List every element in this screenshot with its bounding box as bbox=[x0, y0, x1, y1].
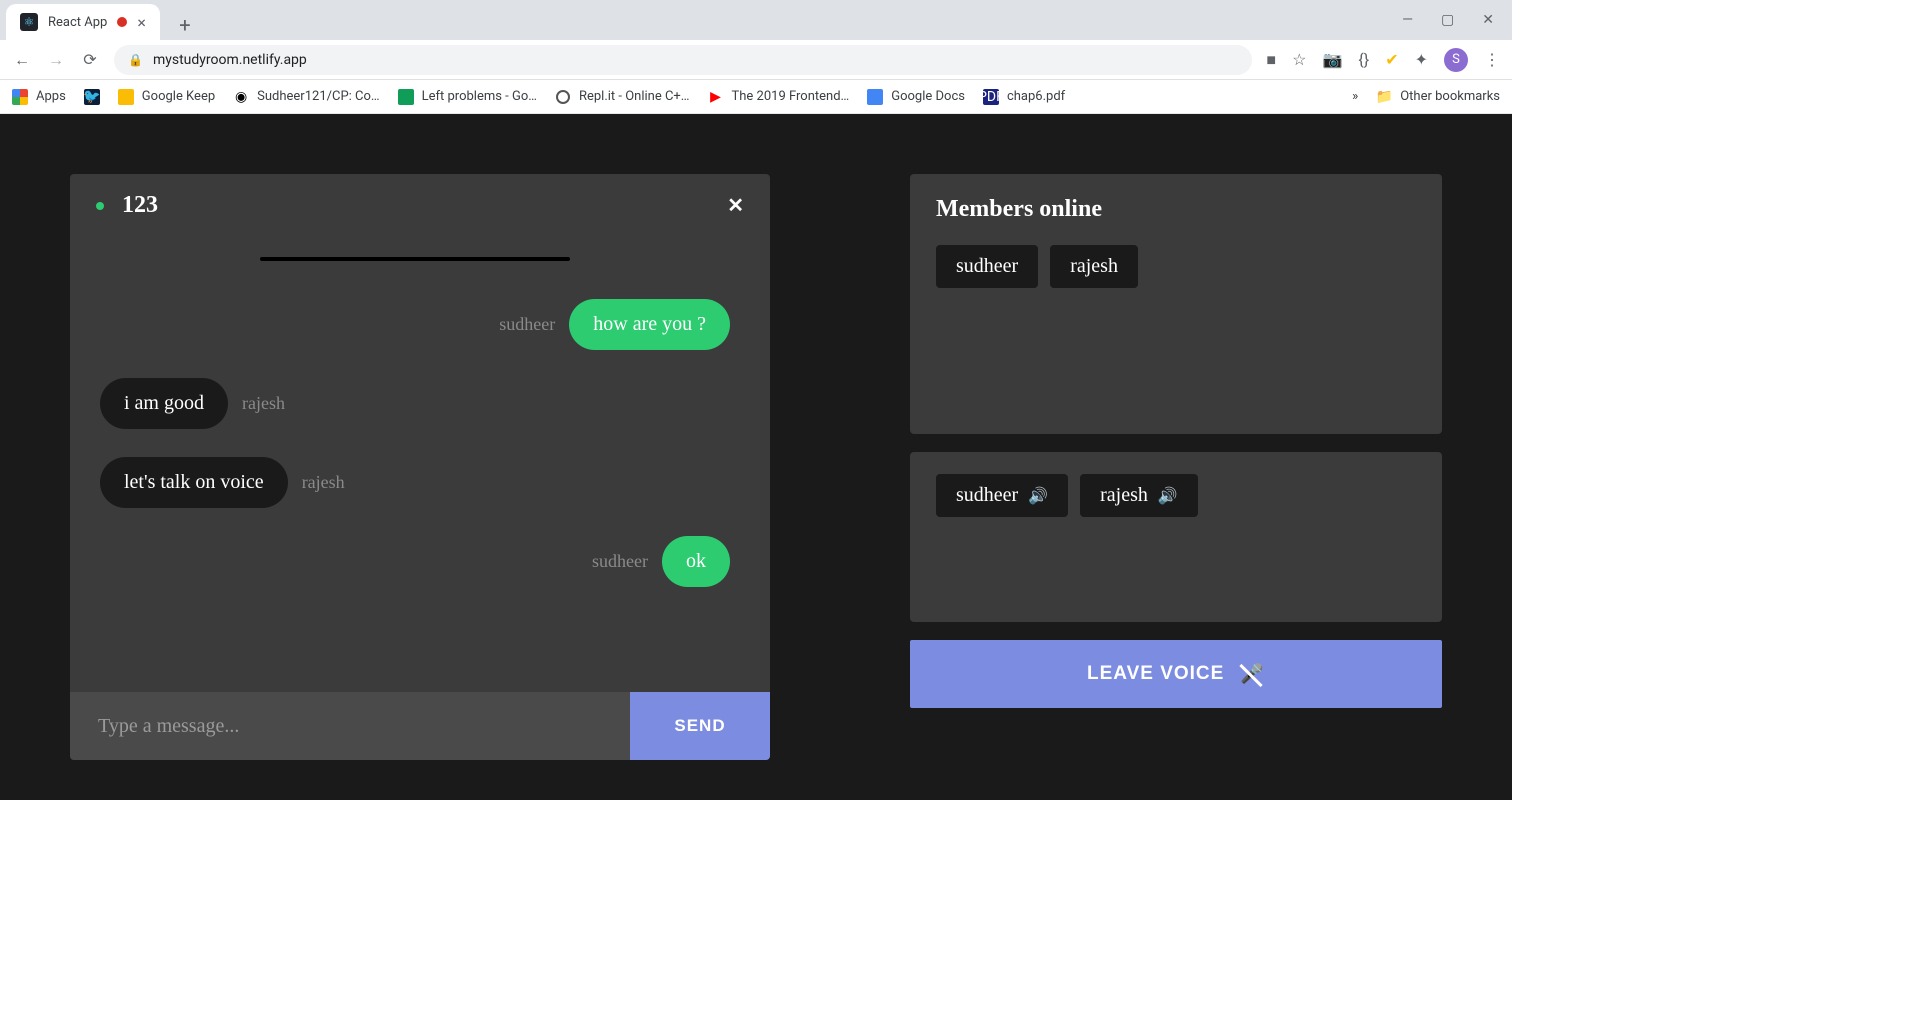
mic-off-icon: 🎤 bbox=[1240, 662, 1265, 686]
right-column: Members online sudheer rajesh sudheer 🔊 … bbox=[910, 174, 1442, 760]
youtube-icon: ▶ bbox=[708, 89, 724, 105]
message-sender: sudheer bbox=[592, 551, 648, 572]
leave-voice-label: LEAVE VOICE bbox=[1087, 663, 1224, 685]
nav-reload-icon[interactable]: ⟳ bbox=[80, 50, 100, 70]
message-bubble: i am good bbox=[100, 378, 228, 429]
online-dot-icon bbox=[96, 202, 104, 210]
tab-bar: ⚛ React App × + — ▢ ✕ bbox=[0, 0, 1512, 40]
divider bbox=[260, 257, 570, 261]
bookmark-item[interactable]: 🐦 bbox=[84, 89, 100, 105]
message-row: sudheer ok bbox=[100, 536, 730, 587]
member-chip: sudheer bbox=[936, 245, 1038, 288]
omnibox[interactable]: 🔒 mystudyroom.netlify.app bbox=[114, 45, 1252, 75]
nav-forward-icon[interactable]: → bbox=[46, 50, 66, 70]
room-name: 123 bbox=[122, 192, 158, 219]
bookmark-google-keep[interactable]: Google Keep bbox=[118, 89, 215, 105]
bookmark-apps[interactable]: Apps bbox=[12, 89, 66, 105]
messages-scroll[interactable]: sudheer how are you ? i am good rajesh l… bbox=[70, 237, 770, 692]
star-icon[interactable]: ☆ bbox=[1292, 50, 1306, 69]
member-chip: rajesh bbox=[1050, 245, 1138, 288]
nav-back-icon[interactable]: ← bbox=[12, 50, 32, 70]
browser-tab[interactable]: ⚛ React App × bbox=[6, 4, 160, 40]
window-controls: — ▢ ✕ bbox=[1384, 0, 1512, 40]
bookmark-youtube[interactable]: ▶The 2019 Frontend… bbox=[708, 89, 850, 105]
volume-icon: 🔊 bbox=[1158, 486, 1178, 506]
message-sender: rajesh bbox=[242, 393, 285, 414]
bookmarks-overflow-icon[interactable]: » bbox=[1352, 89, 1358, 104]
extensions-puzzle-icon[interactable]: ✦ bbox=[1415, 50, 1428, 69]
voice-participants: sudheer 🔊 rajesh 🔊 bbox=[936, 474, 1416, 517]
chat-close-button[interactable]: ✕ bbox=[727, 193, 744, 218]
message-row: i am good rajesh bbox=[100, 378, 730, 429]
recording-indicator-icon bbox=[117, 17, 127, 27]
messages-viewport: sudheer how are you ? i am good rajesh l… bbox=[70, 237, 770, 692]
keep-icon bbox=[118, 89, 134, 105]
bookmark-pdf[interactable]: PDFchap6.pdf bbox=[983, 89, 1065, 105]
extension-check-icon[interactable]: ✔ bbox=[1385, 50, 1398, 69]
window-close-icon[interactable]: ✕ bbox=[1482, 12, 1494, 28]
voice-chip: sudheer 🔊 bbox=[936, 474, 1068, 517]
apps-icon bbox=[12, 89, 28, 105]
bookmark-github[interactable]: ◉Sudheer121/CP: Co… bbox=[233, 89, 379, 105]
tab-title: React App bbox=[48, 15, 107, 30]
message-bubble: ok bbox=[662, 536, 730, 587]
kebab-menu-icon[interactable]: ⋮ bbox=[1484, 50, 1500, 69]
new-tab-button[interactable]: + bbox=[170, 10, 200, 40]
bookmark-replit[interactable]: Repl.it - Online C+… bbox=[555, 89, 690, 105]
react-favicon: ⚛ bbox=[20, 13, 38, 31]
bookmark-docs[interactable]: Google Docs bbox=[867, 89, 965, 105]
members-card: Members online sudheer rajesh bbox=[910, 174, 1442, 434]
chat-panel: 123 ✕ sudheer how are you ? i am good ra… bbox=[70, 174, 770, 760]
sheets-icon bbox=[398, 89, 414, 105]
url-text: mystudyroom.netlify.app bbox=[153, 52, 307, 68]
window-maximize-icon[interactable]: ▢ bbox=[1441, 12, 1454, 28]
browser-window: ⚛ React App × + — ▢ ✕ ← → ⟳ 🔒 mystudyroo… bbox=[0, 0, 1512, 800]
lock-icon: 🔒 bbox=[128, 53, 143, 67]
message-bubble: let's talk on voice bbox=[100, 457, 288, 508]
volume-icon: 🔊 bbox=[1028, 486, 1048, 506]
tab-close-icon[interactable]: × bbox=[137, 13, 146, 32]
bird-icon: 🐦 bbox=[84, 89, 100, 105]
screenshot-icon[interactable]: 📷 bbox=[1322, 50, 1342, 69]
message-sender: sudheer bbox=[499, 314, 555, 335]
address-bar: ← → ⟳ 🔒 mystudyroom.netlify.app ■ ☆ 📷 {}… bbox=[0, 40, 1512, 80]
chat-header: 123 ✕ bbox=[70, 174, 770, 237]
message-bubble: how are you ? bbox=[569, 299, 730, 350]
send-button[interactable]: SEND bbox=[630, 692, 770, 760]
message-sender: rajesh bbox=[302, 472, 345, 493]
members-title: Members online bbox=[936, 196, 1416, 223]
bookmark-sheets[interactable]: Left problems - Go… bbox=[398, 89, 537, 105]
replit-icon bbox=[555, 89, 571, 105]
toolbar-right: ■ ☆ 📷 {} ✔ ✦ S ⋮ bbox=[1266, 48, 1500, 72]
voice-chip: rajesh 🔊 bbox=[1080, 474, 1198, 517]
window-minimize-icon[interactable]: — bbox=[1402, 12, 1413, 28]
pdf-icon: PDF bbox=[983, 89, 999, 105]
message-row: let's talk on voice rajesh bbox=[100, 457, 730, 508]
camera-recording-icon[interactable]: ■ bbox=[1266, 50, 1276, 70]
bookmarks-bar: Apps 🐦 Google Keep ◉Sudheer121/CP: Co… L… bbox=[0, 80, 1512, 114]
github-icon: ◉ bbox=[233, 89, 249, 105]
profile-avatar[interactable]: S bbox=[1444, 48, 1468, 72]
leave-voice-button[interactable]: LEAVE VOICE 🎤 bbox=[910, 640, 1442, 708]
members-list: sudheer rajesh bbox=[936, 245, 1416, 288]
message-row: sudheer how are you ? bbox=[100, 299, 730, 350]
docs-icon bbox=[867, 89, 883, 105]
folder-icon: 📁 bbox=[1376, 89, 1392, 105]
devtools-braces-icon[interactable]: {} bbox=[1358, 50, 1369, 69]
app-content: 123 ✕ sudheer how are you ? i am good ra… bbox=[0, 114, 1512, 800]
other-bookmarks[interactable]: 📁Other bookmarks bbox=[1376, 89, 1500, 105]
composer: SEND bbox=[70, 692, 770, 760]
message-input[interactable] bbox=[70, 692, 630, 760]
voice-card: sudheer 🔊 rajesh 🔊 bbox=[910, 452, 1442, 622]
